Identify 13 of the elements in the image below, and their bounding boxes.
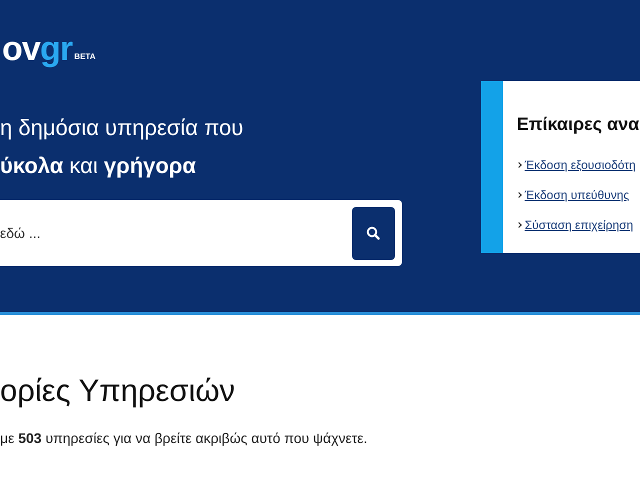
logo[interactable]: ovgr bbox=[2, 32, 72, 66]
card-title: Επίκαιρες ανα bbox=[516, 113, 640, 136]
section-description: με 503 υπηρεσίες για να βρείτε ακριβώς αυτό που ψάχνετε. bbox=[0, 429, 368, 448]
beta-label: BETA bbox=[74, 51, 96, 63]
search-field[interactable]: εδώ ... bbox=[0, 222, 300, 244]
news-link[interactable]: Έκδοση εξουσιοδότη bbox=[524, 156, 636, 174]
search-button[interactable] bbox=[352, 206, 395, 260]
section-title: ορίες Υπηρεσιών bbox=[0, 375, 236, 406]
headline-text: ύκολα και γρήγορα bbox=[0, 152, 197, 180]
news-link[interactable]: Σύσταση επιχείρηση bbox=[524, 216, 634, 234]
news-link[interactable]: Έκδοση υπεύθυνης bbox=[524, 186, 630, 204]
search-icon bbox=[366, 226, 380, 240]
headline-text: η δημόσια υπηρεσία που bbox=[0, 114, 244, 142]
